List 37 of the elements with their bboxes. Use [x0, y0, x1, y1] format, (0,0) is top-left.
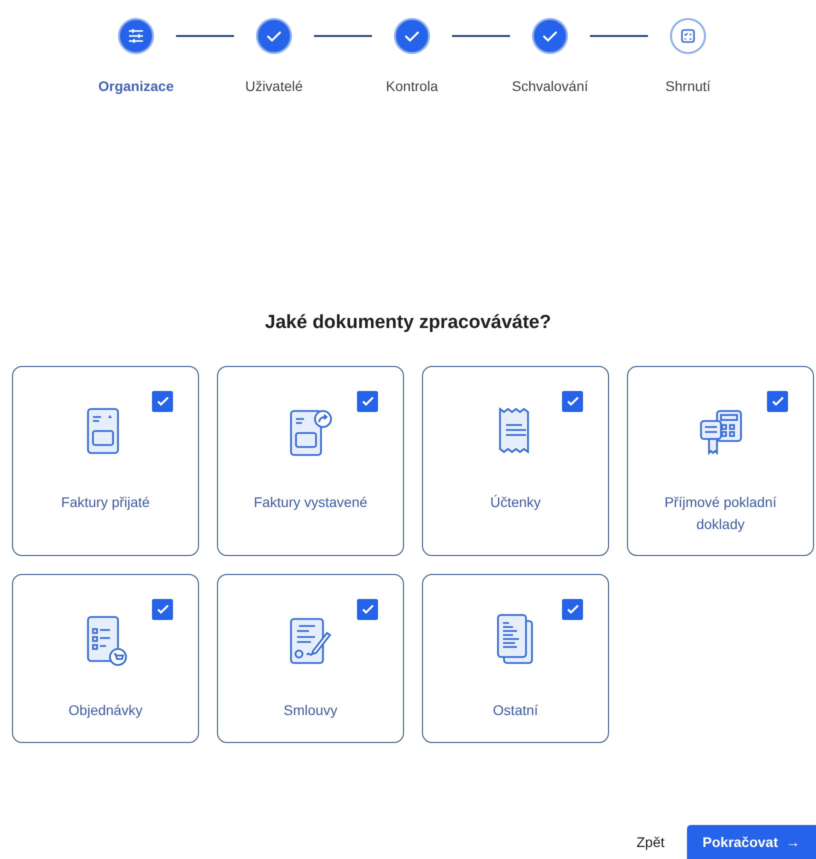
- check-icon: [360, 394, 374, 408]
- card-label: Smlouvy: [282, 700, 338, 720]
- check-icon: [566, 394, 580, 408]
- document-type-card[interactable]: Účtenky: [422, 366, 609, 556]
- checkbox[interactable]: [562, 598, 583, 620]
- page-heading: Jaké dokumenty zpracováváte?: [264, 311, 552, 335]
- document-type-card[interactable]: Příjmové pokladní doklady: [627, 366, 814, 556]
- document-type-card[interactable]: Ostatní: [422, 574, 609, 742]
- card-label: Faktury vystavené: [252, 492, 368, 512]
- arrow-icon: →: [786, 832, 800, 852]
- check-icon: [770, 394, 784, 408]
- checkbox[interactable]: [152, 390, 173, 412]
- step-label[interactable]: Shrnutí: [665, 76, 711, 97]
- checkbox[interactable]: [152, 598, 173, 620]
- checkbox[interactable]: [357, 598, 378, 620]
- check-icon: [156, 394, 170, 408]
- document-type-card[interactable]: Objednávky: [12, 574, 199, 742]
- card-label: Ostatní: [492, 700, 540, 720]
- document-type-card[interactable]: Faktury přijaté: [12, 366, 199, 556]
- check-icon: [156, 602, 170, 616]
- step-label[interactable]: Kontrola: [386, 76, 438, 97]
- check-icon: [566, 602, 580, 616]
- card-label: Faktury přijaté: [60, 492, 151, 512]
- checkbox[interactable]: [357, 390, 378, 412]
- check-icon: [360, 602, 374, 616]
- checkbox[interactable]: [562, 390, 583, 412]
- card-label: Příjmové pokladní doklady: [663, 492, 778, 534]
- continue-button[interactable]: Pokračovat →: [686, 825, 816, 859]
- checkbox[interactable]: [767, 390, 788, 412]
- document-type-card[interactable]: Faktury vystavené: [217, 366, 404, 556]
- step-label[interactable]: Schvalování: [512, 76, 588, 97]
- card-label: Účtenky: [489, 492, 542, 512]
- document-type-card[interactable]: Smlouvy: [217, 574, 404, 742]
- back-button[interactable]: Zpět: [636, 832, 665, 852]
- step-label[interactable]: Uživatelé: [245, 76, 303, 97]
- step-label[interactable]: Organizace: [98, 76, 174, 97]
- card-label: Objednávky: [68, 700, 144, 720]
